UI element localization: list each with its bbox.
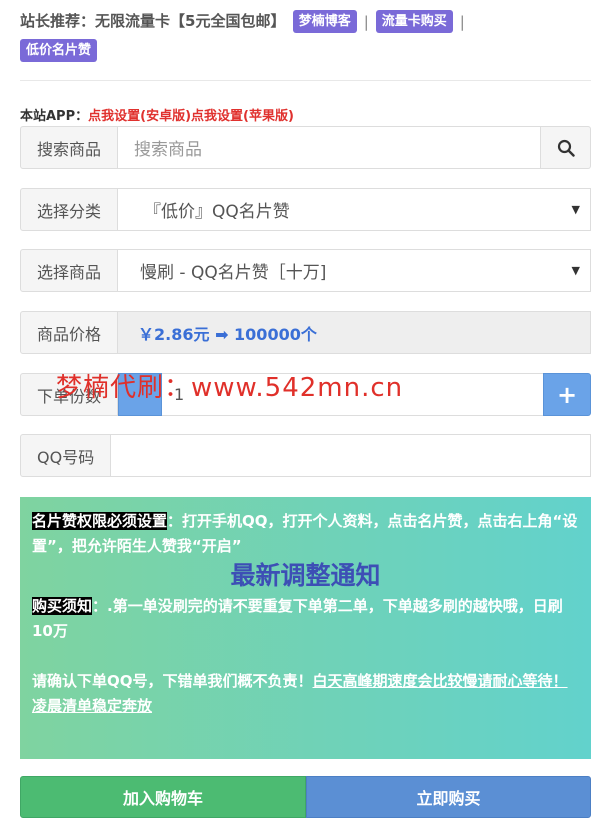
- action-bar: 加入购物车 立即购买: [20, 776, 591, 818]
- notice-text: ：.第一单没刷完的请不要重复下单第二单，下单越多刷的越快哦，日刷10万: [32, 597, 563, 640]
- recommendation-text: 站长推荐：无限流量卡【5元全国包邮】: [20, 12, 286, 30]
- notice-highlight: 名片赞权限必须设置: [32, 512, 168, 530]
- product-group: 选择商品 慢刷 - QQ名片赞［十万] ▼: [20, 249, 591, 292]
- apple-settings-link[interactable]: 点我设置(苹果版): [191, 109, 294, 124]
- recommendation-bar: 站长推荐：无限流量卡【5元全国包邮】 梦楠博客 | 流量卡购买 | 低价名片赞: [20, 8, 590, 63]
- chevron-down-icon: ▼: [571, 264, 580, 277]
- chevron-down-icon: ▼: [571, 203, 580, 216]
- search-input[interactable]: 搜索商品: [118, 126, 541, 169]
- tag-cheap-likes[interactable]: 低价名片赞: [20, 38, 98, 62]
- product-label: 选择商品: [20, 249, 119, 292]
- price-value: ￥2.86元 ➡ 100000个: [138, 324, 317, 344]
- product-value: 慢刷 - QQ名片赞［十万]: [140, 263, 327, 283]
- buy-now-button[interactable]: 立即购买: [306, 776, 591, 818]
- tag-mengnan-blog[interactable]: 梦楠博客: [292, 10, 357, 33]
- tag-data-card-buy[interactable]: 流量卡购买: [375, 10, 453, 33]
- add-to-cart-button[interactable]: 加入购物车: [20, 776, 306, 818]
- watermark: 梦楠代刷：www.542mn.cn: [56, 373, 404, 403]
- price-display: ￥2.86元 ➡ 100000个: [118, 311, 591, 354]
- category-value: 『低价』QQ名片赞: [144, 202, 290, 222]
- qq-label: QQ号码: [20, 434, 112, 477]
- separator: |: [363, 12, 369, 31]
- notice-paragraph-purchase: 购买须知：.第一单没刷完的请不要重复下单第二单，下单越多刷的越快哦，日刷10万: [32, 594, 579, 644]
- category-label: 选择分类: [20, 188, 119, 231]
- notice-highlight: 购买须知: [32, 597, 93, 615]
- search-button[interactable]: [541, 126, 591, 169]
- qq-group: QQ号码: [20, 434, 591, 477]
- price-label: 商品价格: [20, 311, 119, 354]
- search-icon: [557, 139, 575, 157]
- category-group: 选择分类 『低价』QQ名片赞 ▼: [20, 188, 591, 231]
- search-label: 搜索商品: [20, 126, 119, 169]
- notice-title: 最新调整通知: [230, 561, 381, 590]
- quantity-plus-button[interactable]: +: [543, 373, 591, 416]
- search-group: 搜索商品 搜索商品: [20, 126, 591, 169]
- qq-input[interactable]: [111, 434, 591, 477]
- separator: |: [459, 12, 465, 31]
- notice-paragraph-confirm: 请确认下单QQ号，下错单我们概不负责！白天高峰期速度会比较慢请耐心等待！凌晨清单…: [32, 669, 579, 719]
- app-download-line: 本站APP：点我设置(安卓版)点我设置(苹果版): [20, 105, 294, 124]
- divider: [20, 80, 591, 81]
- category-select[interactable]: 『低价』QQ名片赞 ▼: [118, 188, 591, 231]
- notice-panel: 名片赞权限必须设置：打开手机QQ，打开个人资料，点击名片赞，点击右上角“设置”，…: [20, 497, 591, 759]
- notice-text: 请确认下单QQ号，下错单我们概不负责！: [32, 672, 313, 690]
- price-group: 商品价格 ￥2.86元 ➡ 100000个: [20, 311, 591, 354]
- notice-paragraph-permissions: 名片赞权限必须设置：打开手机QQ，打开个人资料，点击名片赞，点击右上角“设置”，…: [32, 509, 579, 559]
- app-label: 本站APP：: [20, 109, 89, 124]
- android-settings-link[interactable]: 点我设置(安卓版): [88, 109, 191, 124]
- product-select[interactable]: 慢刷 - QQ名片赞［十万] ▼: [118, 249, 591, 292]
